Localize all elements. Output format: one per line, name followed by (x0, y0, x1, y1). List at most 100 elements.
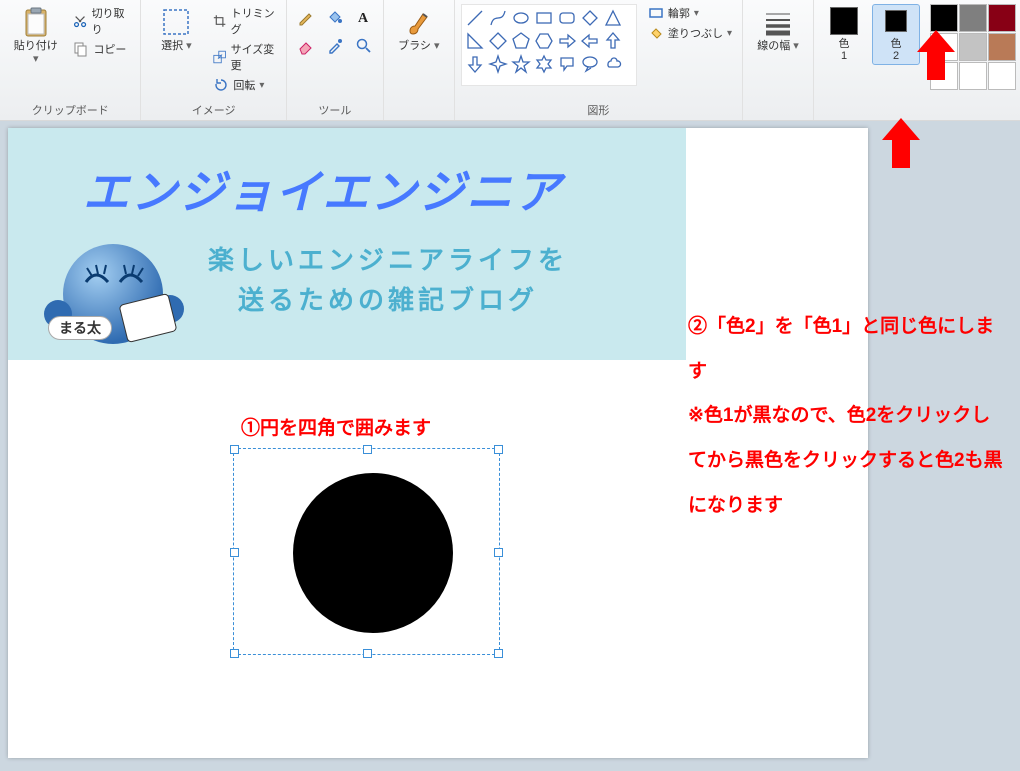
cut-button[interactable]: 切り取り (69, 4, 134, 38)
fill-label: 塗りつぶし (668, 25, 723, 41)
mascot-label: まる太 (48, 316, 112, 340)
palette-swatch-0[interactable] (930, 4, 958, 32)
fill-button[interactable]: 塗りつぶし (644, 24, 736, 42)
outline-button[interactable]: 輪郭 (644, 4, 736, 22)
tool-magnifier[interactable] (351, 33, 377, 59)
selection-marquee[interactable] (233, 448, 500, 655)
shape-gallery[interactable] (461, 4, 637, 86)
shape-arrow-down[interactable] (464, 53, 486, 75)
resize-label: サイズ変更 (231, 41, 276, 73)
paste-button[interactable]: 貼り付け (6, 4, 65, 67)
shape-polygon[interactable] (579, 7, 601, 29)
shape-star-6[interactable] (533, 53, 555, 75)
handle-e[interactable] (494, 548, 503, 557)
palette-swatch-5[interactable] (988, 33, 1016, 61)
group-image: 選択 トリミング サイズ変更 回転 イメージ (141, 0, 286, 120)
color2-slot[interactable]: 色2 (872, 4, 920, 65)
tool-eraser[interactable] (293, 33, 319, 59)
mascot-icon (28, 224, 198, 360)
shape-curve[interactable] (487, 7, 509, 29)
trim-button[interactable]: トリミング (209, 4, 279, 38)
brush-button[interactable]: ブラシ (390, 4, 448, 55)
banner-subtitle-2: 送るための雑記ブログ (238, 280, 538, 317)
group-clipboard: 貼り付け 切り取り コピー クリップボード (0, 0, 141, 120)
workspace: エンジョイエンジニア 楽しいエンジニアライフを 送るための雑記ブログ (0, 120, 1020, 771)
shape-star-4[interactable] (487, 53, 509, 75)
select-button[interactable]: 選択 (147, 4, 205, 55)
linewidth-icon (762, 6, 794, 38)
group-tools-label: ツール (318, 100, 351, 118)
handle-n[interactable] (363, 445, 372, 454)
handle-sw[interactable] (230, 649, 239, 658)
shape-rect[interactable] (533, 7, 555, 29)
palette-swatch-8[interactable] (988, 62, 1016, 90)
rotate-button[interactable]: 回転 (209, 76, 279, 94)
clipboard-icon (20, 6, 52, 38)
group-shapes: 輪郭 塗りつぶし 図形 (455, 0, 743, 120)
banner-subtitle-1: 楽しいエンジニアライフを (208, 240, 568, 277)
resize-button[interactable]: サイズ変更 (209, 40, 279, 74)
shape-arrow-right[interactable] (556, 30, 578, 52)
palette-swatch-7[interactable] (959, 62, 987, 90)
shape-line[interactable] (464, 7, 486, 29)
color1-swatch (830, 7, 858, 35)
shape-diamond[interactable] (487, 30, 509, 52)
outline-icon (648, 5, 664, 21)
shape-arrow-up[interactable] (602, 30, 624, 52)
select-rect-icon (160, 6, 192, 38)
shape-callout-round[interactable] (556, 53, 578, 75)
shape-round-rect[interactable] (556, 7, 578, 29)
copy-icon (73, 41, 89, 57)
shape-right-triangle[interactable] (464, 30, 486, 52)
tool-picker[interactable] (322, 33, 348, 59)
shape-star-5[interactable] (510, 53, 532, 75)
tool-pencil[interactable] (293, 4, 319, 30)
annotation-step1: ①円を四角で囲みます (241, 413, 431, 440)
resize-icon (213, 49, 226, 65)
shape-triangle[interactable] (602, 7, 624, 29)
rotate-label: 回転 (233, 77, 255, 93)
color1-slot[interactable]: 色1 (820, 4, 868, 65)
palette-swatch-2[interactable] (988, 4, 1016, 32)
ribbon: 貼り付け 切り取り コピー クリップボード 選択 (0, 0, 1020, 121)
shape-arrow-left[interactable] (579, 30, 601, 52)
copy-button[interactable]: コピー (69, 40, 134, 58)
shape-oval[interactable] (510, 7, 532, 29)
palette-swatch-4[interactable] (959, 33, 987, 61)
group-colors: 色1 色2 (814, 0, 1020, 120)
handle-s[interactable] (363, 649, 372, 658)
svg-text:A: A (358, 11, 369, 26)
brush-label: ブラシ (398, 40, 439, 53)
handle-w[interactable] (230, 548, 239, 557)
group-linewidth: 線の幅 (743, 0, 814, 120)
eraser-icon (297, 37, 315, 55)
group-image-label: イメージ (192, 100, 236, 118)
banner-image: エンジョイエンジニア 楽しいエンジニアライフを 送るための雑記ブログ (8, 128, 686, 360)
shape-callout-cloud[interactable] (602, 53, 624, 75)
text-icon: A (355, 8, 373, 26)
handle-se[interactable] (494, 649, 503, 658)
rotate-icon (213, 77, 229, 93)
palette-swatch-1[interactable] (959, 4, 987, 32)
shape-callout-oval[interactable] (579, 53, 601, 75)
handle-ne[interactable] (494, 445, 503, 454)
group-clipboard-label: クリップボード (32, 100, 109, 118)
banner-title: エンジョイエンジニア (83, 156, 563, 222)
annotation-step2: ②「色2」を「色1」と同じ色にします※色1が黒なので、色2をクリックしてから黒色… (688, 305, 1003, 528)
copy-label: コピー (93, 41, 126, 57)
magnifier-icon (355, 37, 373, 55)
bucket-icon (326, 8, 344, 26)
shape-pentagon[interactable] (510, 30, 532, 52)
color2-label: 色2 (891, 38, 902, 62)
handle-nw[interactable] (230, 445, 239, 454)
shape-hexagon[interactable] (533, 30, 555, 52)
color1-label: 色1 (839, 38, 850, 62)
linewidth-button[interactable]: 線の幅 (749, 4, 807, 55)
color2-swatch (885, 10, 907, 32)
group-shapes-label: 図形 (587, 100, 609, 118)
linewidth-label: 線の幅 (757, 40, 799, 53)
picker-icon (326, 37, 344, 55)
tool-bucket[interactable] (322, 4, 348, 30)
group-brush: ブラシ (384, 0, 455, 120)
tool-text[interactable]: A (351, 4, 377, 30)
